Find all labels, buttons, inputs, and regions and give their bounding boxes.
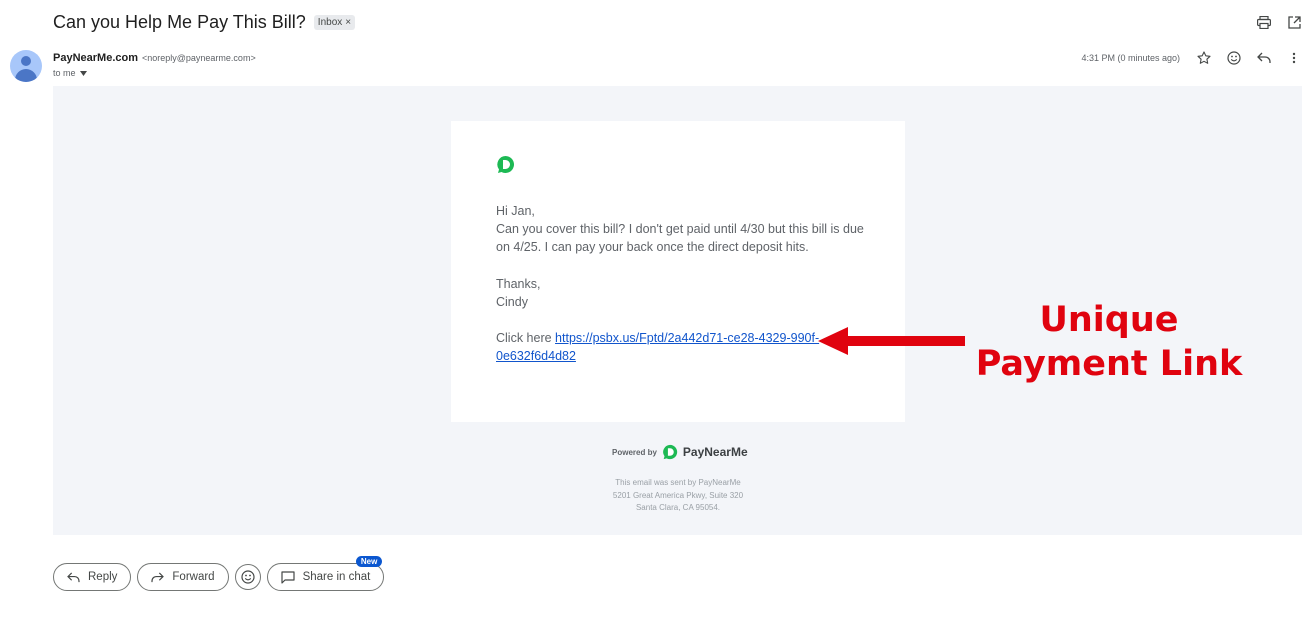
avatar-head-shape (21, 56, 31, 66)
star-icon[interactable] (1196, 50, 1212, 66)
email-footer-address: This email was sent by PayNearMe 5201 Gr… (578, 477, 778, 515)
emoji-icon[interactable] (1226, 50, 1242, 66)
reply-button[interactable]: Reply (53, 563, 132, 591)
forward-arrow-icon (151, 571, 165, 582)
payment-link[interactable]: https://psbx.us/Fptd/2a442d71-ce28-4329-… (555, 331, 819, 345)
remove-label-icon[interactable]: × (345, 17, 351, 28)
top-toolbar (1256, 14, 1302, 30)
email-subject: Can you Help Me Pay This Bill? (53, 12, 306, 32)
sender-email: <noreply@paynearme.com> (142, 53, 256, 63)
footer-line-1: This email was sent by PayNearMe (615, 478, 741, 487)
message-timestamp: 4:31 PM (0 minutes ago) (1081, 53, 1180, 63)
body-line-2: on 4/25. I can pay your back once the di… (496, 240, 809, 255)
signoff: Thanks, (496, 276, 541, 291)
signature: Cindy (496, 294, 528, 309)
reply-arrow-icon (67, 571, 80, 582)
new-badge: New (355, 556, 383, 567)
subject-row: Can you Help Me Pay This Bill? Inbox × (53, 12, 356, 33)
footer-line-3: Santa Clara, CA 95054. (635, 503, 721, 512)
open-in-new-window-icon[interactable] (1286, 14, 1302, 30)
recipient-details-toggle[interactable]: to me (53, 68, 87, 78)
body-line-1: Can you cover this bill? I don't get pai… (496, 222, 864, 237)
powered-by-text: Powered by (612, 447, 657, 457)
more-vert-icon[interactable] (1286, 50, 1302, 66)
sender-avatar[interactable] (10, 50, 42, 82)
inbox-label-text: Inbox (317, 17, 343, 28)
click-here-text: Click here (496, 331, 556, 346)
sender-name[interactable]: PayNearMe.com (53, 52, 138, 64)
greeting: Hi Jan, (496, 204, 535, 218)
react-emoji-button[interactable] (234, 564, 261, 590)
annotation-callout: Unique Payment Link (968, 298, 1250, 386)
smiley-icon (240, 570, 255, 584)
footer-brand-name: PayNearMe (682, 445, 748, 459)
reply-label: Reply (88, 571, 118, 583)
paynearme-logo-icon (497, 156, 514, 173)
forward-button[interactable]: Forward (137, 563, 229, 591)
avatar-body-shape (15, 69, 37, 82)
chat-bubble-icon (280, 570, 295, 584)
inbox-label-chip[interactable]: Inbox × (313, 15, 356, 30)
recipient-text: to me (53, 68, 76, 78)
chevron-down-icon (79, 70, 87, 76)
annotation-line-2: Payment Link (975, 344, 1243, 384)
email-card: Hi Jan, Can you cover this bill? I don't… (451, 121, 905, 422)
annotation-arrow-icon (818, 327, 965, 355)
share-in-chat-label: Share in chat (302, 571, 371, 583)
payment-link-continued[interactable]: 0e632f6d4d82 (496, 349, 576, 363)
footer-line-2: 5201 Great America Pkwy, Suite 320 (612, 490, 744, 500)
message-meta: 4:31 PM (0 minutes ago) (1081, 50, 1302, 66)
share-in-chat-button[interactable]: Share in chat (266, 563, 385, 591)
payment-link-line: Click here https://psbx.us/Fptd/2a442d71… (496, 329, 866, 365)
email-message: Hi Jan, Can you cover this bill? I don't… (496, 202, 866, 365)
message-actions: Reply Forward Share in chat New (53, 556, 385, 591)
powered-by-badge: Powered by PayNearMe (612, 444, 748, 460)
share-in-chat-wrapper: Share in chat New (266, 556, 385, 591)
reply-icon[interactable] (1256, 50, 1272, 66)
annotation-line-1: Unique (1039, 300, 1179, 340)
sender-line: PayNearMe.com <noreply@paynearme.com> (53, 52, 256, 64)
print-icon[interactable] (1256, 14, 1272, 30)
paynearme-footer-logo-icon (663, 444, 678, 460)
forward-label: Forward (172, 571, 215, 583)
